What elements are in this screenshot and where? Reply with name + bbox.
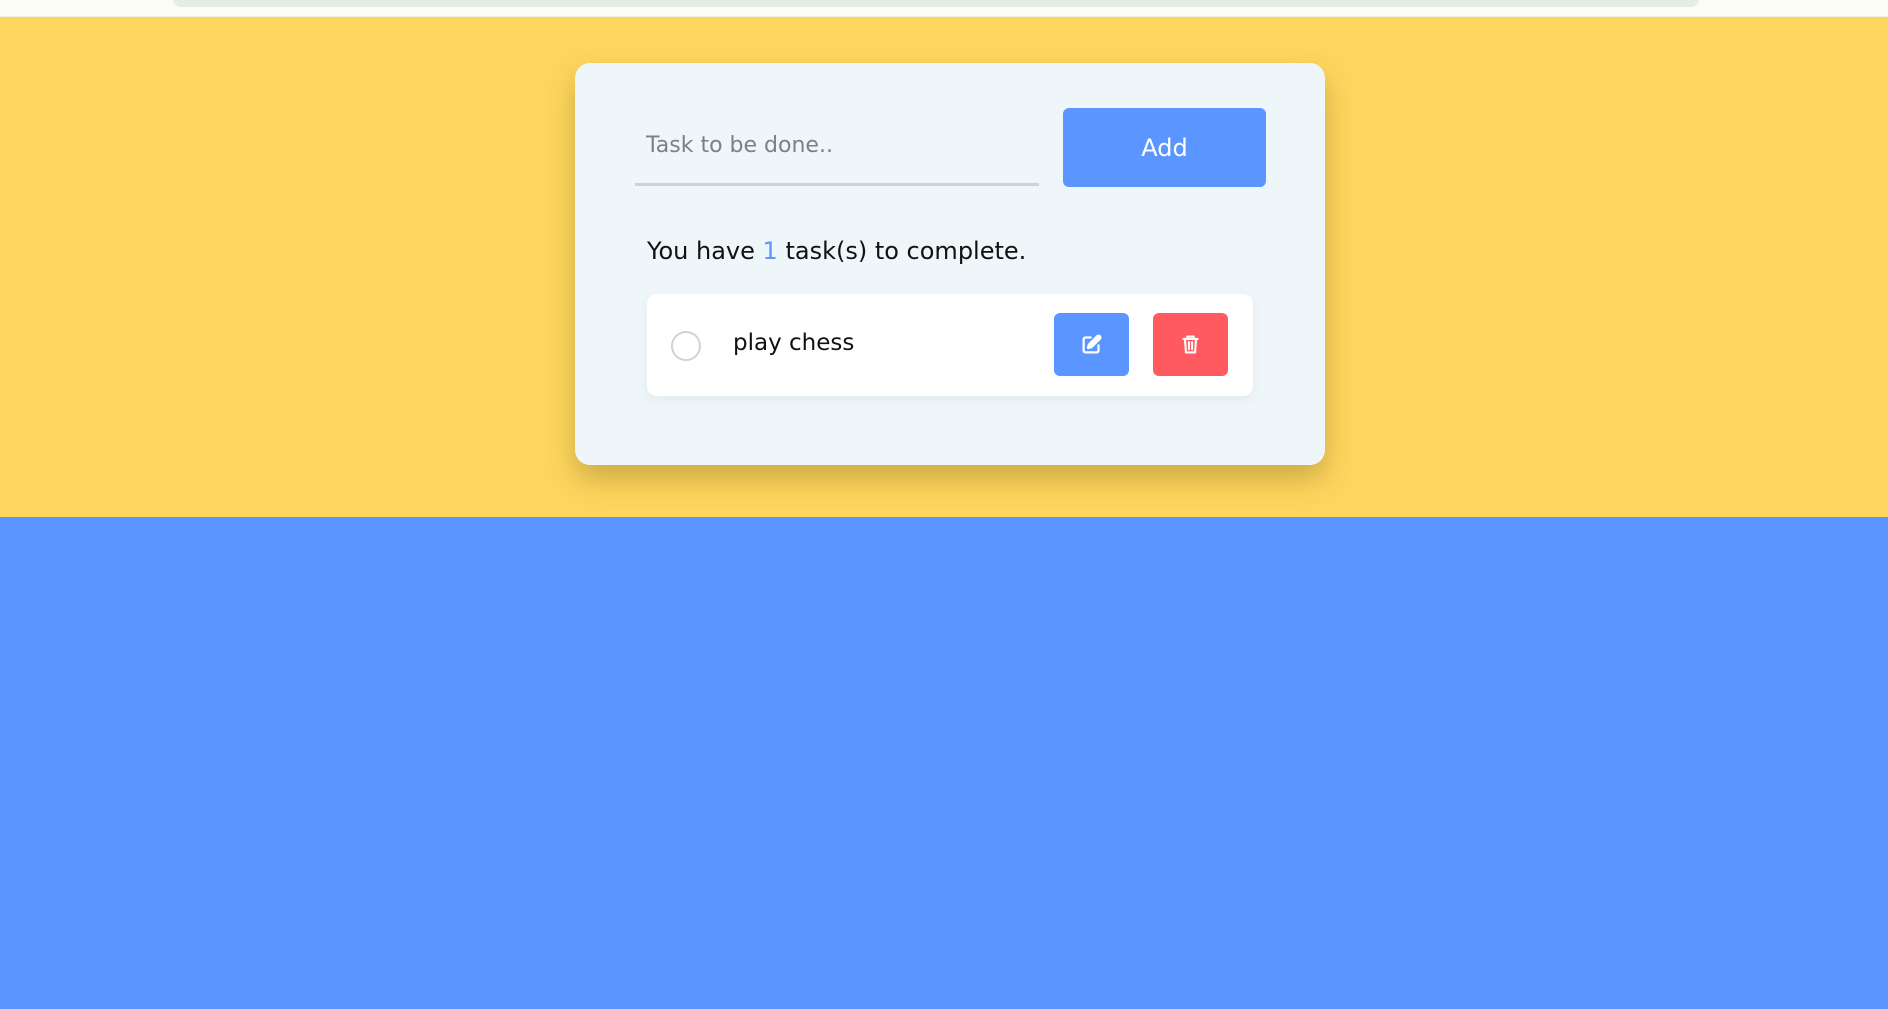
todo-card: Add You have 1 task(s) to complete. play… [575, 63, 1325, 465]
blue-background [0, 517, 1888, 1009]
delete-task-button[interactable] [1153, 313, 1228, 376]
task-count: 1 [762, 237, 778, 265]
task-item: play chess [647, 294, 1253, 396]
task-text: play chess [733, 330, 855, 356]
summary-suffix: task(s) to complete. [785, 237, 1027, 265]
top-strip [0, 0, 1888, 17]
summary-prefix: You have [647, 237, 755, 265]
task-input[interactable] [635, 108, 1039, 186]
top-strip-bar [173, 0, 1699, 7]
edit-icon [1081, 334, 1102, 355]
add-button[interactable]: Add [1063, 108, 1266, 187]
task-summary: You have 1 task(s) to complete. [647, 237, 1026, 265]
trash-icon [1181, 334, 1200, 355]
edit-task-button[interactable] [1054, 313, 1129, 376]
task-checkbox[interactable] [671, 331, 701, 361]
